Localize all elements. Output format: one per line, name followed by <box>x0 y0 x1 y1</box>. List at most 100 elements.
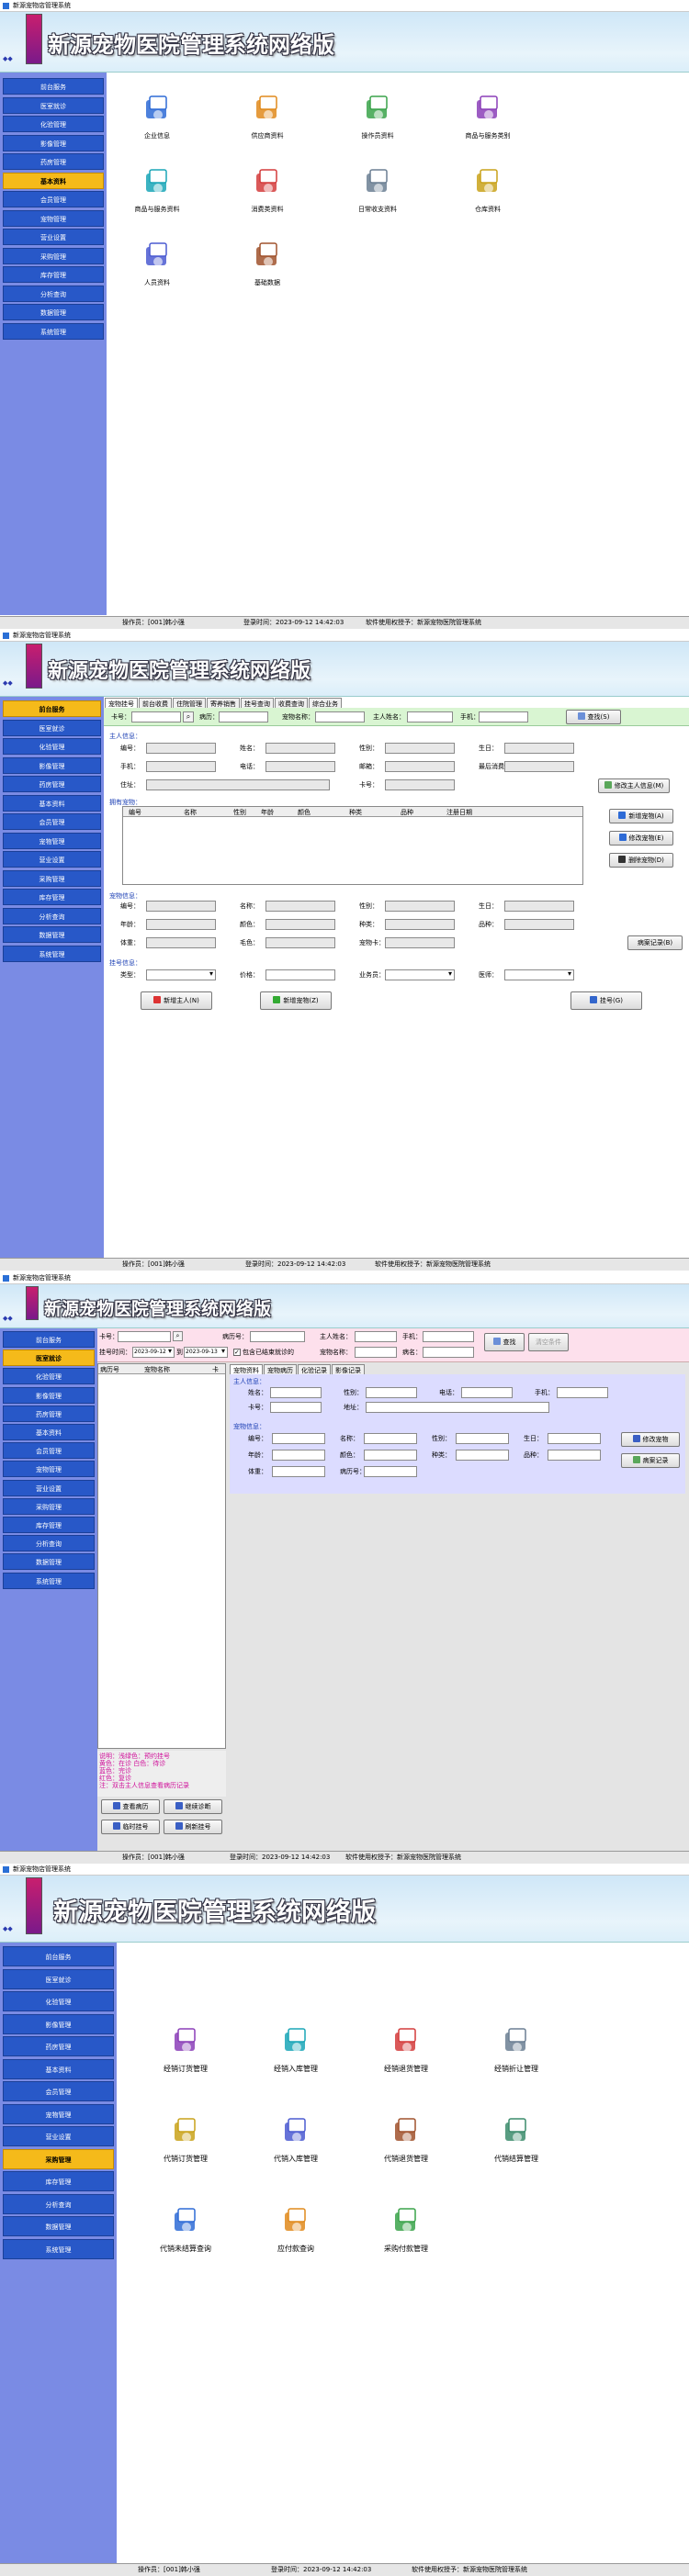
pet-field-input[interactable] <box>364 1450 417 1461</box>
tile-6[interactable]: 消费类资料 <box>217 166 318 223</box>
sidebar-item-12[interactable]: 分析查询 <box>3 1535 95 1552</box>
sidebar-item-10[interactable]: 采购管理 <box>3 869 101 887</box>
card-input[interactable] <box>131 711 181 722</box>
pet-action-button-3[interactable]: 删除宠物(D) <box>609 853 673 868</box>
pet-field-input[interactable] <box>265 901 335 912</box>
sidebar-item-13[interactable]: 数据管理 <box>3 304 104 320</box>
tile-1[interactable]: 经销订货管理 <box>135 2025 236 2082</box>
column-header[interactable]: 颜色 <box>298 808 311 817</box>
pet-field-input[interactable] <box>272 1450 325 1461</box>
sidebar-item-12[interactable]: 分析查询 <box>3 285 104 302</box>
sidebar-item-7[interactable]: 会员管理 <box>3 813 101 830</box>
sidebar-item-1[interactable]: 前台服务 <box>3 1946 114 1966</box>
reg-field-select[interactable] <box>265 969 335 980</box>
sidebar-item-11[interactable]: 库存管理 <box>3 1517 95 1533</box>
tile-8[interactable]: 代销结算管理 <box>466 2115 567 2172</box>
owner-field-input[interactable] <box>265 761 335 772</box>
sidebar-item-11[interactable]: 库存管理 <box>3 889 101 905</box>
sidebar-item-7[interactable]: 会员管理 <box>3 2081 114 2101</box>
sidebar-item-8[interactable]: 宠物管理 <box>3 2103 114 2124</box>
tile-2[interactable]: 供应商资料 <box>217 93 318 150</box>
sidebar-item-4[interactable]: 影像管理 <box>3 756 101 774</box>
medical-record-button[interactable]: 病案记录 <box>621 1453 680 1468</box>
sidebar-item-6[interactable]: 基本资料 <box>3 2058 114 2079</box>
pet-action-button-2[interactable]: 修改宠物(E) <box>609 831 673 846</box>
owner-name-input[interactable] <box>407 711 453 722</box>
modify-owner-button[interactable]: 修改主人信息(M) <box>598 778 670 793</box>
pet-field-input[interactable] <box>504 919 574 930</box>
sidebar-item-2[interactable]: 医室就诊 <box>3 1968 114 1989</box>
include-finished-checkbox[interactable]: ✓ <box>233 1349 241 1356</box>
tile-4[interactable]: 经销折让管理 <box>466 2025 567 2082</box>
owner-field-input[interactable] <box>385 779 455 790</box>
tile-10[interactable]: 基础数据 <box>217 240 318 297</box>
column-header[interactable]: 年龄 <box>261 808 274 817</box>
column-header[interactable]: 种类 <box>349 808 362 817</box>
owner-field-input[interactable] <box>385 743 455 754</box>
sidebar-item-12[interactable]: 分析查询 <box>3 2193 114 2214</box>
sidebar-item-2[interactable]: 医室就诊 <box>3 96 104 114</box>
bottom-button-1[interactable]: 新增主人(N) <box>141 991 212 1010</box>
card-input[interactable] <box>118 1331 171 1342</box>
sidebar-item-5[interactable]: 药房管理 <box>3 776 101 792</box>
sidebar-item-7[interactable]: 会员管理 <box>3 1442 95 1460</box>
column-header[interactable]: 品种 <box>401 808 413 817</box>
pet-field-input[interactable] <box>364 1466 417 1477</box>
reg-field-select[interactable] <box>504 969 574 980</box>
pet-field-input[interactable] <box>146 919 216 930</box>
pet-field-input[interactable] <box>385 901 455 912</box>
owner-field-input[interactable] <box>146 779 330 790</box>
sidebar-item-14[interactable]: 系统管理 <box>3 1572 95 1589</box>
owner-field-input[interactable] <box>366 1402 549 1413</box>
pet-field-input[interactable] <box>146 901 216 912</box>
tile-2[interactable]: 经销入库管理 <box>245 2025 346 2082</box>
sidebar-item-12[interactable]: 分析查询 <box>3 907 101 924</box>
left-button-4[interactable]: 刷新挂号 <box>164 1820 222 1834</box>
column-header[interactable]: 性别 <box>233 808 246 817</box>
pet-field-input[interactable] <box>272 1433 325 1444</box>
sidebar-item-5[interactable]: 药房管理 <box>3 153 104 170</box>
owner-field-input[interactable] <box>557 1387 608 1398</box>
sidebar-item-3[interactable]: 化验管理 <box>3 1368 95 1385</box>
tile-8[interactable]: 仓库资料 <box>437 166 538 223</box>
left-button-1[interactable]: 查看病历 <box>101 1799 160 1814</box>
sidebar-item-4[interactable]: 影像管理 <box>3 134 104 151</box>
pet-name-input[interactable] <box>355 1347 397 1358</box>
owner-field-input[interactable] <box>270 1402 322 1413</box>
sidebar-item-4[interactable]: 影像管理 <box>3 2013 114 2034</box>
sidebar-item-4[interactable]: 影像管理 <box>3 1386 95 1404</box>
column-header[interactable]: 名称 <box>184 808 197 817</box>
tile-9[interactable]: 代销未结算查询 <box>135 2205 236 2262</box>
pet-field-input[interactable] <box>456 1450 509 1461</box>
medical-record-button[interactable]: 病案记录(B) <box>627 935 683 950</box>
owner-field-input[interactable] <box>366 1387 417 1398</box>
column-header[interactable]: 病历号 <box>100 1365 119 1374</box>
tile-7[interactable]: 日常收支资料 <box>327 166 428 223</box>
sidebar-item-10[interactable]: 采购管理 <box>3 2148 114 2169</box>
pet-field-input[interactable] <box>272 1466 325 1477</box>
sidebar-item-13[interactable]: 数据管理 <box>3 2216 114 2236</box>
sidebar-item-8[interactable]: 宠物管理 <box>3 832 101 849</box>
owner-field-input[interactable] <box>385 761 455 772</box>
sidebar-item-5[interactable]: 药房管理 <box>3 1405 95 1422</box>
tile-1[interactable]: 企业信息 <box>107 93 208 150</box>
pet-field-input[interactable] <box>265 919 335 930</box>
pet-field-input[interactable] <box>456 1433 509 1444</box>
disease-input[interactable] <box>423 1347 474 1358</box>
tile-6[interactable]: 代销入库管理 <box>245 2115 346 2172</box>
pet-field-input[interactable] <box>548 1450 601 1461</box>
left-button-3[interactable]: 临时挂号 <box>101 1820 160 1834</box>
sidebar-item-3[interactable]: 化验管理 <box>3 116 104 132</box>
sidebar-item-3[interactable]: 化验管理 <box>3 738 101 755</box>
sidebar-item-6[interactable]: 基本资料 <box>3 172 104 189</box>
sidebar-item-2[interactable]: 医室就诊 <box>3 1350 95 1367</box>
sidebar-item-14[interactable]: 系统管理 <box>3 2238 114 2259</box>
tile-3[interactable]: 操作员资料 <box>327 93 428 150</box>
tile-4[interactable]: 商品与服务类别 <box>437 93 538 150</box>
sidebar-item-9[interactable]: 营业设置 <box>3 229 104 245</box>
pet-no-input[interactable] <box>250 1331 305 1342</box>
sidebar-item-1[interactable]: 前台服务 <box>3 78 104 95</box>
sidebar-item-9[interactable]: 营业设置 <box>3 2126 114 2146</box>
pet-field-input[interactable] <box>548 1433 601 1444</box>
reg-field-select[interactable] <box>146 969 216 980</box>
